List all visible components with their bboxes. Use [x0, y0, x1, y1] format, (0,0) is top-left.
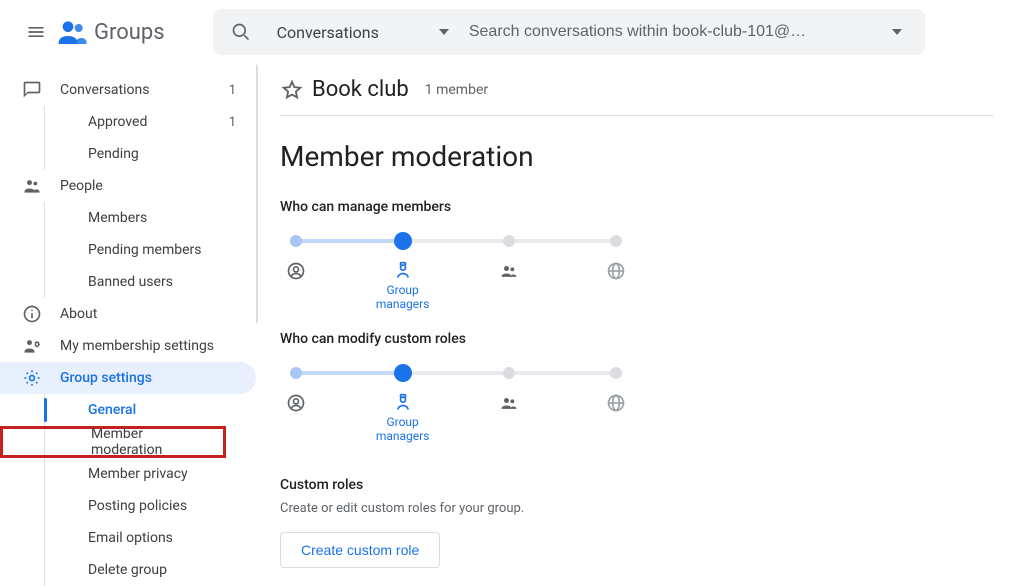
custom-roles-description: Create or edit custom roles for your gro…	[280, 501, 994, 516]
sidebar-item-approved[interactable]: Approved 1	[0, 106, 256, 138]
group-icon	[499, 393, 519, 413]
main-content: Book club 1 member Member moderation Who…	[256, 64, 1018, 585]
sidebar-item-pending[interactable]: Pending	[0, 138, 256, 170]
globe-icon	[606, 261, 626, 281]
slider-icons-manage-members: Group managers	[296, 261, 616, 305]
sidebar-item-general[interactable]: General	[0, 394, 256, 426]
caret-down-icon	[892, 29, 902, 35]
sidebar-item-posting-policies[interactable]: Posting policies	[0, 490, 256, 522]
search-button[interactable]	[221, 12, 261, 52]
sidebar-item-people[interactable]: People	[0, 170, 256, 202]
sidebar-item-label: Email options	[88, 530, 236, 546]
sidebar-item-label: Members	[88, 210, 236, 226]
person-badge-icon	[393, 393, 413, 413]
sidebar: Conversations 1 Approved 1 Pending Peopl…	[0, 64, 256, 585]
sidebar-item-label: My membership settings	[60, 338, 236, 354]
app-name: Groups	[94, 20, 165, 45]
group-title: Book club	[312, 77, 409, 102]
search-options-button[interactable]	[877, 29, 917, 35]
custom-roles-heading: Custom roles	[280, 477, 994, 493]
person-badge-icon	[393, 261, 413, 281]
sidebar-item-count: 1	[229, 115, 236, 130]
sidebar-item-group-settings[interactable]: Group settings	[0, 362, 256, 394]
section-title: Member moderation	[280, 140, 994, 173]
title-bar: Book club 1 member	[280, 64, 994, 116]
sidebar-item-member-privacy[interactable]: Member privacy	[0, 458, 256, 490]
sidebar-item-label: Approved	[88, 114, 229, 130]
member-count[interactable]: 1 member	[425, 82, 488, 98]
sidebar-item-pending-members[interactable]: Pending members	[0, 234, 256, 266]
sidebar-item-label: General	[88, 402, 236, 418]
sidebar-item-count: 1	[229, 83, 236, 98]
create-custom-role-button[interactable]: Create custom role	[280, 532, 440, 568]
sidebar-item-label: Banned users	[88, 274, 236, 290]
gear-icon	[22, 368, 42, 388]
sidebar-item-member-moderation[interactable]: Member moderation	[0, 426, 226, 458]
slider-selected-caption: Group managers	[363, 415, 443, 443]
search-bar: Conversations	[213, 9, 925, 55]
sidebar-item-conversations[interactable]: Conversations 1	[0, 74, 256, 106]
app-logo[interactable]: Groups	[56, 16, 165, 48]
sidebar-item-label: Delete group	[88, 562, 236, 578]
conversations-icon	[22, 80, 42, 100]
scrollbar[interactable]	[256, 64, 258, 324]
sidebar-item-banned-users[interactable]: Banned users	[0, 266, 256, 298]
person-circle-icon	[286, 261, 306, 281]
setting-custom-roles-label: Who can modify custom roles	[280, 331, 994, 347]
sidebar-item-label: Pending	[88, 146, 236, 162]
caret-down-icon	[439, 29, 449, 35]
sidebar-item-membership-settings[interactable]: My membership settings	[0, 330, 256, 362]
person-circle-icon	[286, 393, 306, 413]
slider-icons-custom-roles: Group managers	[296, 393, 616, 437]
slider-selected-caption: Group managers	[363, 283, 443, 311]
slider-custom-roles[interactable]	[296, 361, 616, 385]
star-button[interactable]	[280, 78, 304, 102]
sidebar-item-email-options[interactable]: Email options	[0, 522, 256, 554]
sidebar-item-label: Member moderation	[91, 426, 203, 458]
star-outline-icon	[281, 79, 303, 101]
groups-logo-icon	[56, 16, 88, 48]
sidebar-item-delete-group[interactable]: Delete group	[0, 554, 256, 586]
slider-manage-members[interactable]	[296, 229, 616, 253]
sidebar-item-label: Posting policies	[88, 498, 236, 514]
setting-manage-members-label: Who can manage members	[280, 199, 994, 215]
search-scope-selector[interactable]: Conversations	[261, 23, 457, 42]
sidebar-item-label: Member privacy	[88, 466, 236, 482]
sidebar-item-label: Conversations	[60, 82, 229, 98]
sidebar-item-label: Group settings	[60, 370, 236, 386]
people-icon	[22, 176, 42, 196]
info-icon	[22, 304, 42, 324]
group-icon	[499, 261, 519, 281]
sidebar-item-label: People	[60, 178, 236, 194]
search-icon	[231, 22, 251, 42]
search-input[interactable]	[457, 23, 877, 41]
globe-icon	[606, 393, 626, 413]
sidebar-item-members[interactable]: Members	[0, 202, 256, 234]
sidebar-item-about[interactable]: About	[0, 298, 256, 330]
search-scope-label: Conversations	[277, 23, 379, 42]
hamburger-icon	[26, 22, 46, 42]
sidebar-item-label: Pending members	[88, 242, 236, 258]
person-gear-icon	[22, 336, 42, 356]
sidebar-item-label: About	[60, 306, 236, 322]
main-menu-button[interactable]	[16, 12, 56, 52]
